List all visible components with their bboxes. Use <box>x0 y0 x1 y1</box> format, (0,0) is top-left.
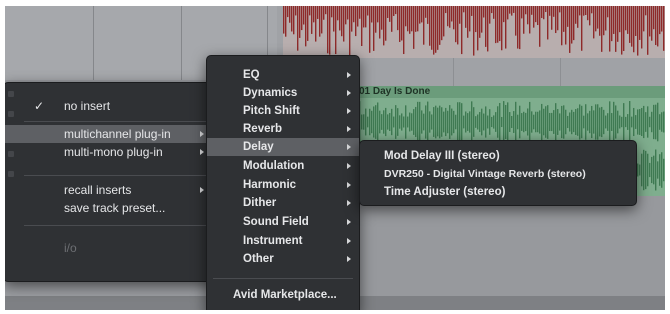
submenu-arrow-icon <box>200 149 204 155</box>
menu-item-label: multichannel plug-in <box>64 127 171 141</box>
menu-item-label: Dynamics <box>243 87 298 99</box>
submenu-arrow-icon <box>347 256 351 262</box>
daw-window: 01 Day Is Done ✓ no insert multichannel … <box>5 6 665 310</box>
menu-item-label: Dither <box>243 197 277 209</box>
clip-header: 01 Day Is Done <box>355 86 665 98</box>
menu-item-label: Modulation <box>243 160 305 172</box>
menu-item-label: Reverb <box>243 123 282 135</box>
checkmark-icon: ✓ <box>34 99 45 113</box>
submenu-arrow-icon <box>347 144 351 150</box>
menu-item-label: DVR250 - Digital Vintage Reverb (stereo) <box>384 168 586 180</box>
category-instrument[interactable]: Instrument <box>207 232 359 250</box>
submenu-arrow-icon <box>347 219 351 225</box>
category-eq[interactable]: EQ <box>207 66 359 84</box>
submenu-arrow-icon <box>347 238 351 244</box>
channel-divider <box>181 6 182 80</box>
submenu-arrow-icon <box>347 126 351 132</box>
io-tick <box>8 171 14 177</box>
menu-separator <box>24 121 212 122</box>
menu-item-label: recall inserts <box>64 183 132 197</box>
menu-item-label: Pitch Shift <box>243 105 300 117</box>
menu-item-no-insert[interactable]: ✓ no insert <box>5 97 218 115</box>
submenu-arrow-icon <box>347 108 351 114</box>
menu-separator <box>213 278 353 279</box>
menu-item-label: Instrument <box>243 235 303 247</box>
audio-clip-red[interactable] <box>283 6 665 58</box>
menu-item-save-track-preset[interactable]: save track preset... <box>5 199 218 217</box>
category-dither[interactable]: Dither <box>207 194 359 212</box>
plugin-category-menu: EQ Dynamics Pitch Shift Reverb Delay Mod… <box>206 55 360 310</box>
menu-item-label: multi-mono plug-in <box>64 145 163 159</box>
menu-item-label: EQ <box>243 69 260 81</box>
delay-plugin-submenu: Mod Delay III (stereo) DVR250 - Digital … <box>359 140 637 206</box>
avid-marketplace-item[interactable]: Avid Marketplace... <box>207 286 359 304</box>
category-dynamics[interactable]: Dynamics <box>207 84 359 102</box>
menu-separator <box>24 225 212 226</box>
submenu-arrow-icon <box>347 200 351 206</box>
channel-divider <box>93 6 94 80</box>
menu-item-label: no insert <box>64 99 111 113</box>
insert-menu: ✓ no insert multichannel plug-in multi-m… <box>5 82 219 282</box>
plugin-dvr250[interactable]: DVR250 - Digital Vintage Reverb (stereo) <box>360 165 636 183</box>
menu-item-label: Delay <box>243 141 274 153</box>
clip-name: 01 Day Is Done <box>359 86 431 97</box>
menu-item-label: Time Adjuster (stereo) <box>384 186 506 198</box>
submenu-arrow-icon <box>347 90 351 96</box>
menu-item-label: Avid Marketplace... <box>233 289 337 301</box>
menu-item-label: Other <box>243 253 274 265</box>
submenu-arrow-icon <box>347 163 351 169</box>
menu-item-label: Harmonic <box>243 179 297 191</box>
waveform-red <box>283 6 665 56</box>
category-harmonic[interactable]: Harmonic <box>207 176 359 194</box>
menu-item-label: i/o <box>64 241 77 255</box>
menu-separator <box>24 175 212 176</box>
category-modulation[interactable]: Modulation <box>207 157 359 175</box>
menu-item-recall-inserts[interactable]: recall inserts <box>5 181 218 199</box>
menu-item-multichannel-plugin[interactable]: multichannel plug-in <box>5 125 218 143</box>
submenu-arrow-icon <box>347 72 351 78</box>
category-reverb[interactable]: Reverb <box>207 120 359 138</box>
category-pitch-shift[interactable]: Pitch Shift <box>207 102 359 120</box>
submenu-arrow-icon <box>200 131 204 137</box>
submenu-arrow-icon <box>347 182 351 188</box>
category-delay[interactable]: Delay <box>207 138 359 156</box>
submenu-arrow-icon <box>200 187 204 193</box>
menu-item-multi-mono-plugin[interactable]: multi-mono plug-in <box>5 143 218 161</box>
plugin-mod-delay-iii[interactable]: Mod Delay III (stereo) <box>360 147 636 165</box>
menu-item-label: Mod Delay III (stereo) <box>384 150 500 162</box>
category-sound-field[interactable]: Sound Field <box>207 213 359 231</box>
plugin-time-adjuster[interactable]: Time Adjuster (stereo) <box>360 183 636 201</box>
menu-item-io: i/o <box>5 239 218 257</box>
category-other[interactable]: Other <box>207 250 359 268</box>
menu-item-label: Sound Field <box>243 216 309 228</box>
menu-item-label: save track preset... <box>64 201 166 215</box>
